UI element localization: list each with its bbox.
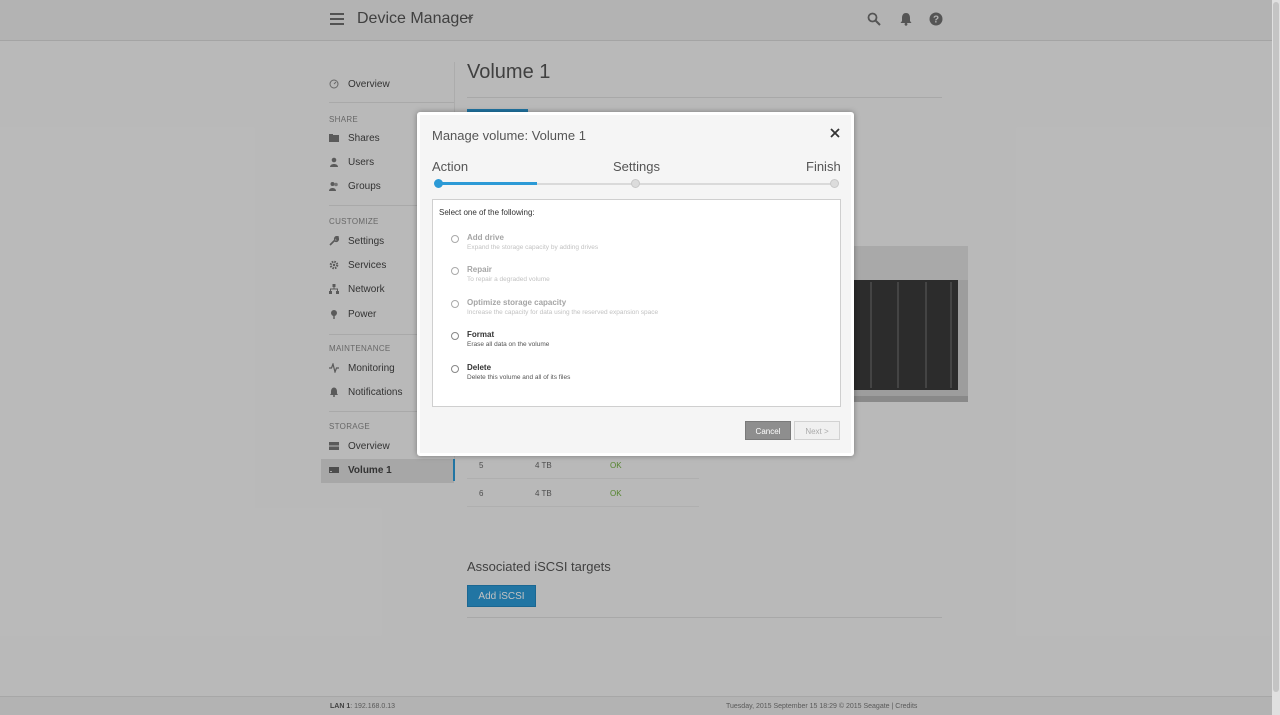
step-dot-settings (631, 179, 640, 188)
option-delete[interactable]: Delete Delete this volume and all of its… (451, 363, 811, 391)
step-label-settings: Settings (613, 159, 660, 174)
radio-add-drive (451, 235, 459, 243)
radio-format[interactable] (451, 332, 459, 340)
scrollbar[interactable] (1272, 0, 1280, 715)
next-button[interactable]: Next > (794, 421, 840, 440)
options-prompt: Select one of the following: (439, 208, 535, 217)
dialog-title: Manage volume: Volume 1 (432, 128, 586, 143)
close-icon[interactable] (830, 128, 840, 138)
radio-delete[interactable] (451, 365, 459, 373)
option-title: Optimize storage capacity (467, 298, 567, 307)
option-title: Add drive (467, 233, 504, 242)
option-description: Increase the capacity for data using the… (467, 309, 659, 316)
option-optimize-storage: Optimize storage capacity Increase the c… (451, 298, 811, 326)
option-title: Delete (467, 363, 492, 372)
option-description: Expand the storage capacity by adding dr… (467, 244, 599, 251)
radio-optimize-storage (451, 300, 459, 308)
option-description: Delete this volume and all of its files (467, 374, 571, 381)
option-repair: Repair To repair a degraded volume (451, 265, 811, 293)
option-format[interactable]: Format Erase all data on the volume (451, 330, 811, 358)
step-label-action: Action (432, 159, 469, 174)
option-add-drive: Add drive Expand the storage capacity by… (451, 233, 811, 261)
cancel-button[interactable]: Cancel (745, 421, 791, 440)
manage-volume-dialog: Manage volume: Volume 1 Action Settings … (417, 112, 854, 456)
option-title: Format (467, 330, 495, 339)
option-title: Repair (467, 265, 492, 274)
step-label-finish: Finish (806, 159, 841, 174)
radio-repair (451, 267, 459, 275)
option-description: To repair a degraded volume (467, 276, 550, 283)
wizard-progress-fill (437, 182, 537, 185)
step-dot-action (434, 179, 443, 188)
scrollbar-thumb[interactable] (1273, 2, 1279, 692)
option-description: Erase all data on the volume (467, 341, 550, 348)
step-dot-finish (830, 179, 839, 188)
options-panel: Select one of the following: Add drive E… (432, 199, 841, 407)
